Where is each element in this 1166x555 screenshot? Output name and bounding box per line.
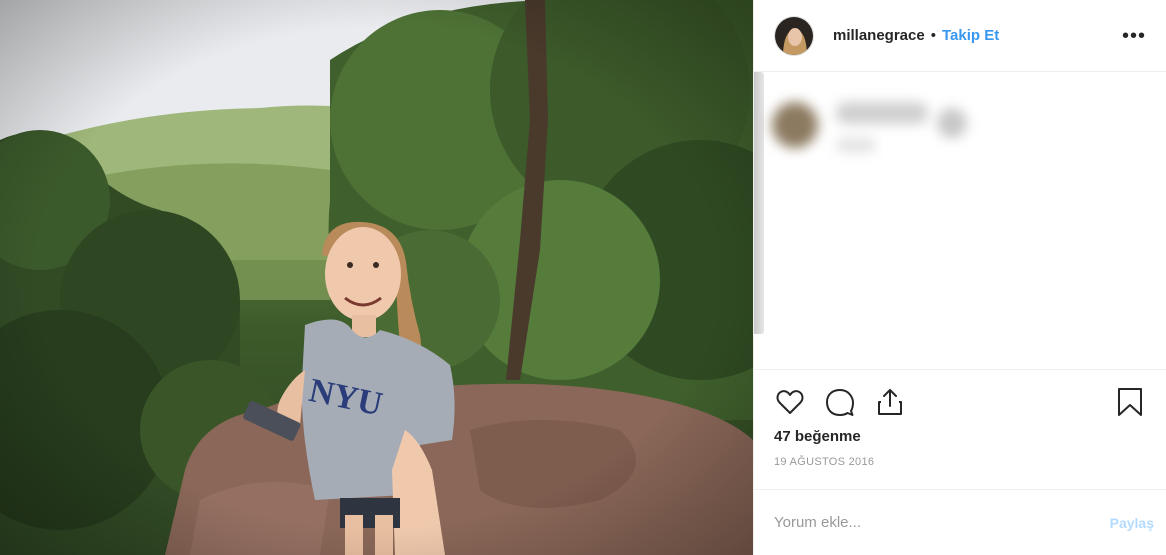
more-options-icon[interactable]: ••• [1122, 26, 1146, 46]
comment-form: Paylaş [754, 489, 1166, 555]
post-photo[interactable]: NYU [0, 0, 753, 555]
photo-illustration: NYU [0, 0, 753, 555]
heart-icon[interactable] [774, 386, 806, 418]
comments-area[interactable] [754, 72, 1166, 369]
post-date[interactable]: 19 AĞUSTOS 2016 [774, 456, 1146, 468]
scrollbar[interactable] [754, 72, 764, 334]
username-link[interactable]: millanegrace [833, 27, 925, 44]
post-header: millanegrace • Takip Et ••• [754, 0, 1166, 72]
avatar[interactable] [774, 15, 814, 56]
post-comment-button[interactable]: Paylaş [1110, 515, 1154, 531]
share-icon[interactable] [874, 386, 906, 418]
comment-icon[interactable] [824, 386, 856, 418]
action-icons [774, 382, 1146, 422]
post-side-panel: millanegrace • Takip Et ••• 47 beğenme 1… [753, 0, 1166, 555]
bookmark-icon[interactable] [1114, 386, 1146, 418]
blurred-badge [937, 108, 967, 138]
post-actions: 47 beğenme 19 AĞUSTOS 2016 [754, 369, 1166, 487]
blurred-comment [772, 102, 967, 152]
follow-button[interactable]: Takip Et [942, 27, 999, 44]
header-separator: • [930, 27, 936, 44]
post-viewer: NYU [0, 0, 1166, 555]
blurred-text [836, 102, 928, 152]
likes-count[interactable]: 47 beğenme [774, 428, 1146, 445]
comment-input[interactable] [774, 514, 1110, 531]
blurred-avatar [772, 102, 818, 148]
avatar-image [775, 16, 813, 55]
